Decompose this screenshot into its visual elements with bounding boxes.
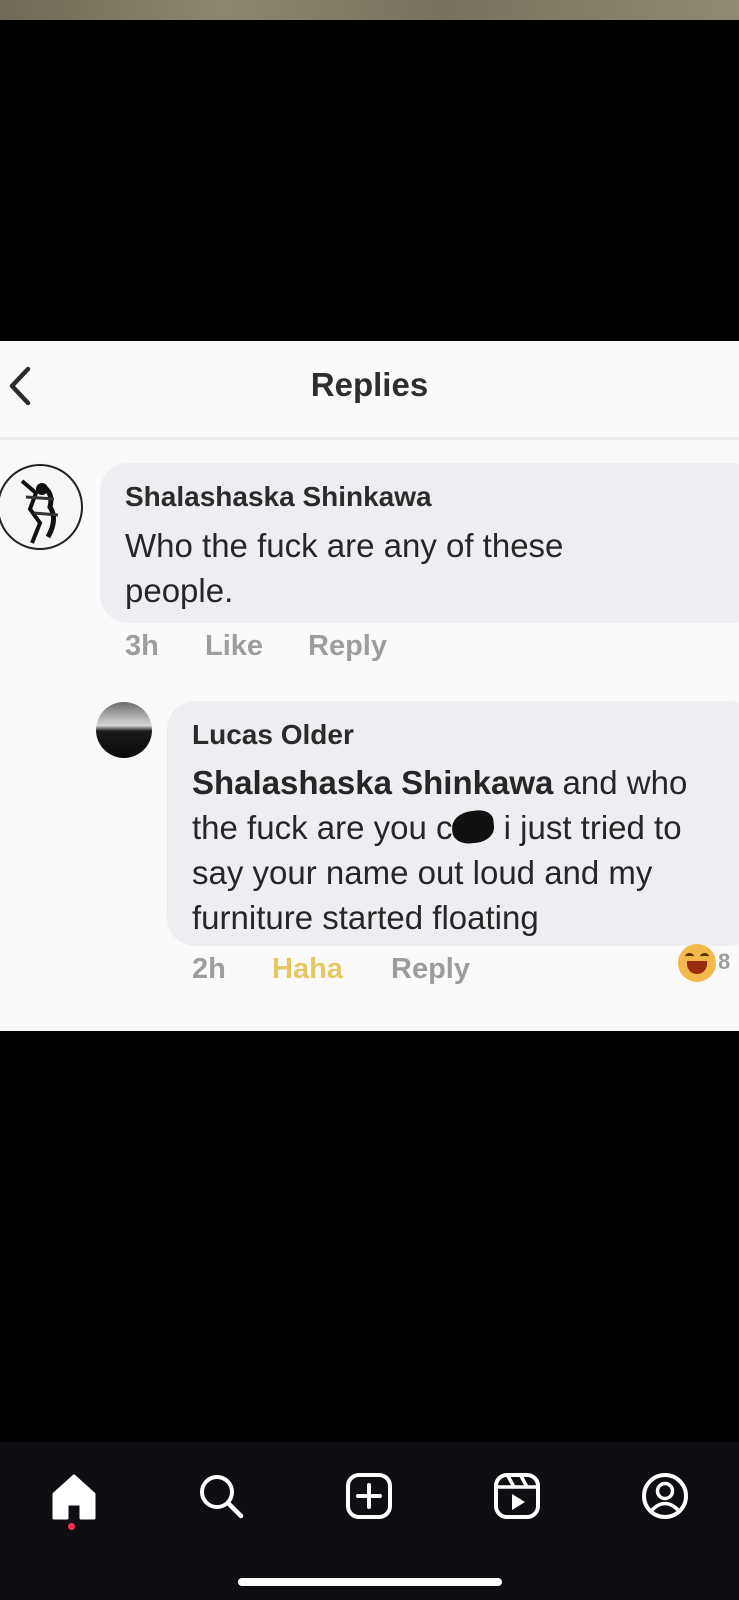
bottom-navigation (0, 1442, 739, 1600)
comment-timestamp: 3h (125, 630, 159, 662)
page-title: Replies (310, 366, 429, 403)
reels-icon[interactable] (489, 1468, 545, 1524)
plus-square-icon[interactable] (341, 1468, 397, 1524)
avatar-commenter-1[interactable] (0, 463, 84, 551)
reaction-summary[interactable]: 8 (678, 944, 739, 986)
post-image: Replies Shalashaska Shinkawa Who the fuc… (0, 341, 739, 1031)
avatar-commenter-2[interactable] (96, 702, 152, 758)
profile-icon[interactable] (637, 1468, 693, 1524)
comment-timestamp: 2h (192, 953, 226, 985)
replies-header: Replies (0, 341, 739, 437)
search-icon[interactable] (193, 1468, 249, 1524)
header-divider (0, 437, 739, 440)
reply-button[interactable]: Reply (391, 953, 470, 986)
home-icon[interactable] (46, 1468, 102, 1524)
comment-author[interactable]: Shalashaska Shinkawa (125, 481, 432, 513)
comment-author[interactable]: Lucas Older (192, 719, 354, 751)
mention-link[interactable]: Shalashaska Shinkawa (192, 764, 553, 801)
reply-button[interactable]: Reply (308, 630, 387, 663)
like-button[interactable]: Like (205, 630, 263, 663)
top-image-strip (0, 0, 739, 20)
home-indicator[interactable] (238, 1578, 502, 1586)
reaction-count: 8 (718, 949, 731, 974)
laughing-emoji-icon (678, 944, 716, 982)
redaction-scribble (450, 808, 497, 846)
comment-text: Shalashaska Shinkawa and who the fuck ar… (192, 760, 732, 940)
sketch-avatar-icon (0, 464, 83, 550)
haha-reaction-button[interactable]: Haha (272, 953, 343, 986)
notification-dot (68, 1523, 75, 1530)
comment-text: Who the fuck are any of these people. (125, 527, 564, 609)
